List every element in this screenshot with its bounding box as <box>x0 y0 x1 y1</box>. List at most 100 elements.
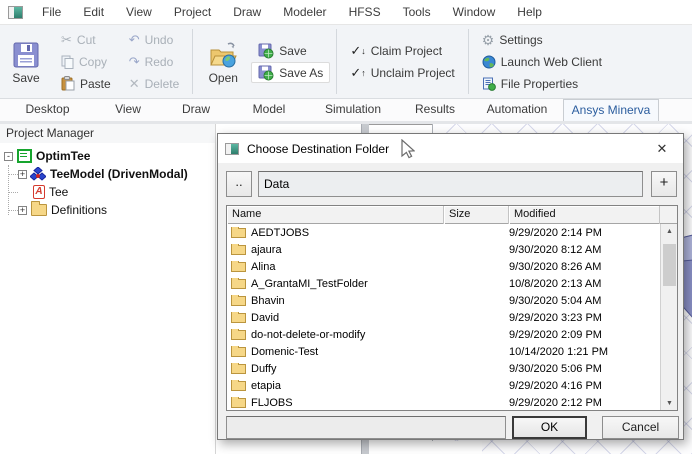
list-item[interactable]: Bhavin 9/30/2020 5:04 AM <box>227 292 660 309</box>
tab-model[interactable]: Model <box>231 99 307 121</box>
unclaim-check-icon: ✓↑ <box>350 65 365 81</box>
scroll-down-icon[interactable]: ▼ <box>661 396 678 411</box>
list-item[interactable]: Domenic-Test 10/14/2020 1:21 PM <box>227 343 660 360</box>
save-as-globe-icon <box>258 65 274 81</box>
folder-name-input[interactable] <box>226 416 506 439</box>
tab-simulation[interactable]: Simulation <box>307 99 399 121</box>
list-item[interactable]: David 9/29/2020 3:23 PM <box>227 309 660 326</box>
parent-folder-button[interactable]: .. <box>226 171 252 197</box>
tab-view[interactable]: View <box>95 99 161 121</box>
menu-edit[interactable]: Edit <box>72 0 115 25</box>
settings-label: Settings <box>499 33 542 47</box>
menu-tools[interactable]: Tools <box>392 0 442 25</box>
list-header: Name Size Modified <box>227 206 677 224</box>
open-folder-icon <box>208 41 238 69</box>
destination-path-field[interactable] <box>258 171 643 197</box>
ribbon-separator <box>336 29 337 94</box>
scroll-up-icon[interactable]: ▲ <box>661 224 678 240</box>
tree-item-design[interactable]: + TeeModel (DrivenModal) <box>0 165 215 183</box>
column-header-modified[interactable]: Modified <box>509 206 660 224</box>
modeler-tree-panel-edge <box>369 124 432 133</box>
open-button[interactable]: Open <box>197 25 249 98</box>
gear-icon: ⚙ <box>482 33 495 47</box>
menu-project[interactable]: Project <box>163 0 222 25</box>
redo-label: Redo <box>145 55 174 69</box>
undo-button[interactable]: ↶ Undo <box>122 29 187 50</box>
list-item[interactable]: etapia 9/29/2020 4:16 PM <box>227 377 660 394</box>
tab-ansys-minerva[interactable]: Ansys Minerva <box>563 99 659 121</box>
save-globe-icon <box>258 43 274 59</box>
save-group: Save Save As <box>249 25 332 98</box>
project-icon <box>17 149 32 163</box>
tree-item-label: Definitions <box>51 203 107 217</box>
list-item[interactable]: do-not-delete-or-modify 9/29/2020 2:09 P… <box>227 326 660 343</box>
list-item[interactable]: Duffy 9/30/2020 5:06 PM <box>227 360 660 377</box>
folder-icon <box>231 228 246 238</box>
settings-button[interactable]: ⚙ Settings <box>475 29 609 50</box>
menu-file[interactable]: File <box>31 0 72 25</box>
globe-icon <box>482 55 496 69</box>
save-as-button[interactable]: Save As <box>251 62 330 83</box>
folder-icon <box>231 398 246 408</box>
ansys-electronics-desktop: File Edit View Project Draw Modeler HFSS… <box>0 0 692 454</box>
save-small-button[interactable]: Save <box>251 40 330 61</box>
report-icon: A <box>33 185 45 199</box>
dialog-title: Choose Destination Folder <box>247 142 389 156</box>
redo-button[interactable]: ↷ Redo <box>122 51 187 72</box>
tab-draw[interactable]: Draw <box>161 99 231 121</box>
expand-expander-icon[interactable]: + <box>18 170 27 179</box>
copy-button[interactable]: Copy <box>54 51 118 72</box>
add-folder-button[interactable]: + <box>651 171 677 197</box>
tab-desktop[interactable]: Desktop <box>0 99 95 121</box>
tree-item-project-root[interactable]: - OptimTee <box>0 147 215 165</box>
save-floppy-icon <box>12 41 40 69</box>
save-button[interactable]: Save <box>0 25 52 98</box>
history-group: ↶ Undo ↷ Redo ✕ Delete <box>120 25 189 98</box>
cancel-button[interactable]: Cancel <box>602 416 679 439</box>
choose-destination-folder-dialog: Choose Destination Folder ✕ .. + Name Si… <box>217 133 684 440</box>
claim-project-button[interactable]: ✓↓ Claim Project <box>343 40 461 61</box>
claim-project-label: Claim Project <box>371 44 442 58</box>
unclaim-project-button[interactable]: ✓↑ Unclaim Project <box>343 62 461 83</box>
launch-web-client-button[interactable]: Launch Web Client <box>475 51 609 72</box>
workspace: Project Manager - OptimTee + <box>0 124 692 454</box>
folder-icon <box>231 296 246 306</box>
tree-item-definitions[interactable]: + Definitions <box>0 201 215 219</box>
delete-button[interactable]: ✕ Delete <box>122 73 187 94</box>
file-properties-button[interactable]: File Properties <box>475 73 609 94</box>
menu-help[interactable]: Help <box>506 0 553 25</box>
collapse-expander-icon[interactable]: - <box>4 152 13 161</box>
folder-icon <box>231 279 246 289</box>
expand-expander-icon[interactable]: + <box>18 206 27 215</box>
menu-view[interactable]: View <box>115 0 163 25</box>
list-item[interactable]: A_GrantaMI_TestFolder 10/8/2020 2:13 AM <box>227 275 660 292</box>
folder-icon <box>231 245 246 255</box>
app-icon <box>8 6 23 19</box>
ok-button[interactable]: OK <box>512 416 587 439</box>
save-as-label: Save As <box>279 66 323 80</box>
cut-button[interactable]: ✂ Cut <box>54 29 118 50</box>
tree-item-label: OptimTee <box>36 149 90 163</box>
list-item[interactable]: FLJOBS 9/29/2020 2:12 PM <box>227 394 660 411</box>
hfss-design-icon <box>30 167 46 182</box>
folder-icon <box>231 347 246 357</box>
list-item[interactable]: Alina 9/30/2020 8:26 AM <box>227 258 660 275</box>
close-icon[interactable]: ✕ <box>641 134 683 163</box>
paste-button[interactable]: Paste <box>54 73 118 94</box>
column-header-name[interactable]: Name <box>227 206 444 224</box>
list-item[interactable]: AEDTJOBS 9/29/2020 2:14 PM <box>227 224 660 241</box>
menu-draw[interactable]: Draw <box>222 0 272 25</box>
dialog-title-bar[interactable]: Choose Destination Folder ✕ <box>218 134 683 163</box>
menu-window[interactable]: Window <box>442 0 507 25</box>
list-item[interactable]: ajaura 9/30/2020 8:12 AM <box>227 241 660 258</box>
column-header-size[interactable]: Size <box>444 206 509 224</box>
list-scrollbar[interactable]: ▲ ▼ <box>660 224 677 411</box>
tab-results[interactable]: Results <box>399 99 471 121</box>
dialog-icon <box>225 143 239 155</box>
mouse-cursor <box>401 139 415 159</box>
tab-automation[interactable]: Automation <box>471 99 563 121</box>
menu-hfss[interactable]: HFSS <box>338 0 392 25</box>
menu-modeler[interactable]: Modeler <box>272 0 337 25</box>
scrollbar-thumb[interactable] <box>663 244 676 286</box>
tree-item-report[interactable]: A Tee <box>0 183 215 201</box>
